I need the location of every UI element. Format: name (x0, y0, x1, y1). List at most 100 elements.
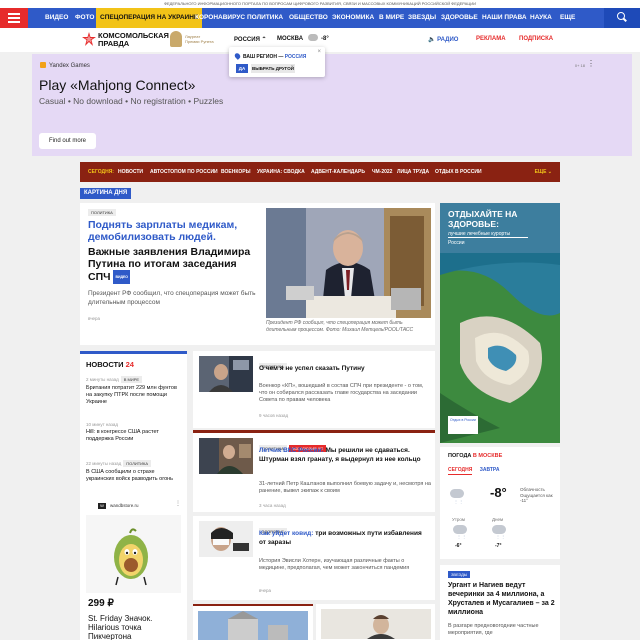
city-current[interactable]: МОСКВА (277, 36, 303, 42)
resort-badge: Отдых в России (448, 416, 478, 434)
feature-article[interactable]: ПОЛИТИКА Поднять зарплаты медикам, демоб… (80, 203, 435, 345)
article-card[interactable]: ПОЛИТИКА ЭКСКЛЮЗИВ КП Летчик ВКС России: … (193, 430, 435, 512)
nav-economy[interactable]: ЭКОНОМИКА (332, 8, 374, 28)
rain-icon: ⋮ ⋮ (496, 534, 506, 539)
nav-rights[interactable]: НАШИ ПРАВА (482, 8, 527, 28)
morning-temperature: -6° (455, 543, 462, 549)
nav-video[interactable]: ВИДЕО (45, 8, 68, 28)
resort-photo (440, 253, 560, 443)
news-item[interactable]: 22 минуты назад ПОЛИТИКА В США сообщили о… (86, 460, 182, 483)
article-lead: 31-летний Петр Каштанов выполнил боевую … (259, 481, 431, 494)
article-thumbnail (199, 438, 253, 474)
region-selector[interactable]: РОССИЯ ⌃ (234, 36, 267, 43)
secnav-autostop[interactable]: АВТОСТОПОМ ПО РОССИИ (150, 162, 218, 182)
product-ad[interactable]: W wandbstore.ru ⋮ 299 ₽ St. Friday Значо… (80, 497, 187, 640)
morning-label: Утром (452, 517, 466, 522)
region-confirm-button[interactable]: ДА (236, 64, 248, 73)
resort-ad[interactable]: ОТДЫХАЙТЕ НА ЗДОРОВЬЕ: лучшие лечебные к… (440, 203, 560, 443)
secnav-today: СЕГОДНЯ: (88, 169, 114, 175)
logo-text[interactable]: КОМСОМОЛЬСКАЯ ПРАВДА (98, 32, 169, 47)
cloud-icon (453, 525, 467, 534)
nav-world[interactable]: В МИРЕ (379, 8, 404, 28)
current-temperature: -8° (490, 485, 507, 500)
menu-icon[interactable] (0, 8, 28, 28)
secnav-war-correspondents[interactable]: ВОЕНКОРЫ (221, 162, 251, 182)
search-icon[interactable] (604, 8, 640, 28)
advertising-link[interactable]: РЕКЛАМА (476, 36, 506, 42)
feature-photo[interactable] (266, 208, 431, 318)
article-title[interactable]: Как уйдет ковид: три возможных пути изба… (259, 530, 429, 547)
close-icon[interactable]: × (317, 49, 321, 55)
article-tag[interactable]: ПОЛИТИКА (88, 209, 116, 216)
nav-politics[interactable]: ПОЛИТИКА (247, 8, 283, 28)
secnav-news[interactable]: НОВОСТИ (118, 162, 143, 182)
secnav-more[interactable]: ЕЩЕ ⌄ (535, 162, 552, 182)
weather-header[interactable]: ПОГОДА В МОСКВЕ (448, 453, 502, 459)
article-time: вчера (259, 588, 272, 593)
rain-icon: ⋮ ⋮ (457, 534, 467, 539)
header-temperature: -8° (321, 36, 329, 42)
region-popup: ВАШ РЕГИОН — РОССИЯ ДА ВЫБРАТЬ ДРУГОЙ × (229, 47, 325, 77)
nav-special-operation[interactable]: СПЕЦОПЕРАЦИЯ НА УКРАИНЕ (96, 8, 203, 28)
promo-title[interactable]: Ургант и Нагиев ведут вечеринки за 4 мил… (448, 581, 556, 617)
rain-icon: ⋮ ⋮ (454, 499, 464, 504)
weather-description: Облачность Ощущается как -11° (520, 487, 553, 503)
region-change-button[interactable]: ВЫБРАТЬ ДРУГОЙ (251, 64, 295, 73)
more-options-icon[interactable]: ⋮ (587, 59, 595, 68)
secnav-labor-faces[interactable]: ЛИЦА ТРУДА (397, 162, 429, 182)
shop-logo: W (98, 503, 106, 509)
secnav-russia-vacation[interactable]: ОТДЫХ В РОССИИ (435, 162, 482, 182)
ad-cta-button[interactable]: Find out more (39, 133, 96, 149)
radio-link[interactable]: 🔈 РАДИО (428, 36, 458, 43)
logo-icon[interactable] (82, 32, 96, 46)
resort-ad-sub2: России (448, 240, 465, 246)
day-label: Днем (492, 517, 504, 522)
product-price: 299 ₽ (88, 598, 114, 609)
tab-today[interactable]: СЕГОДНЯ (448, 467, 473, 475)
ad-brand: Yandex Games (40, 62, 90, 69)
award-label: Лауреат Премии Рунета (185, 34, 214, 44)
article-card[interactable]: ЗДОРОВЬЕ Как уйдет ковид: три возможных … (193, 516, 435, 600)
more-options-icon[interactable]: ⋮ (175, 500, 181, 507)
secnav-advent[interactable]: АДВЕНТ-КАЛЕНДАРЬ (311, 162, 365, 182)
article-time: 3 часа назад (259, 503, 286, 508)
subscription-link[interactable]: ПОДПИСКА (519, 36, 553, 42)
ad-subtitle: Casual • No download • No registration •… (39, 96, 224, 106)
news-column: НОВОСТИ 24 2 минуты назад В МИРЕ Британия… (80, 351, 187, 640)
nav-coronavirus[interactable]: КОРОНАВИРУС (195, 8, 245, 28)
product-name[interactable]: St. Friday Значок. Hilarious точка Пикче… (88, 614, 183, 640)
cloud-icon (450, 489, 464, 498)
secnav-world-cup[interactable]: ЧМ-2022 (372, 162, 392, 182)
article-card-partial[interactable] (316, 604, 435, 640)
product-image (86, 515, 181, 593)
promo-article[interactable]: ЗВЕЗДЫ Ургант и Нагиев ведут вечеринки з… (440, 565, 560, 640)
nav-health[interactable]: ЗДОРОВЬЕ (441, 8, 478, 28)
article-title[interactable]: О чем я не успел сказать Путину (259, 365, 429, 374)
nav-photo[interactable]: ФОТО (75, 8, 94, 28)
article-title[interactable]: Летчик ВКС России: Мы решили не сдаватьс… (259, 447, 429, 464)
ad-title[interactable]: Play «Mahjong Connect» (39, 77, 195, 93)
article-card-partial[interactable] (193, 604, 313, 640)
location-pin-icon (233, 52, 242, 60)
award-icon (170, 31, 182, 47)
photo-caption: Президент РФ сообщил, что спецоперация м… (266, 320, 414, 333)
article-thumbnail (321, 609, 431, 639)
article-card[interactable]: ПОЛИТИКА О чем я не успел сказать Путину… (193, 351, 435, 428)
nav-science[interactable]: НАУКА (530, 8, 552, 28)
nav-stars[interactable]: ЗВЕЗДЫ (408, 8, 436, 28)
tab-tomorrow[interactable]: ЗАВТРА (480, 467, 500, 473)
ad-banner[interactable]: Yandex Games Play «Mahjong Connect» Casu… (32, 54, 632, 156)
news-item[interactable]: 2 минуты назад В МИРЕ Британия потратит 2… (86, 376, 182, 406)
feature-title[interactable]: Важные заявления Владимира Путина по ито… (88, 246, 260, 284)
feature-lead: Президент РФ сообщил, что спецоперация м… (88, 290, 256, 306)
nav-more[interactable]: ЕЩЕ (560, 8, 575, 28)
secnav-ukraine-summary[interactable]: УКРАИНА: СВОДКА (257, 162, 305, 182)
picture-of-day-label: КАРТИНА ДНЯ (80, 188, 132, 199)
news-item[interactable]: 10 минут назад Hill: в конгрессе США рас… (86, 422, 182, 443)
nav-society[interactable]: ОБЩЕСТВО (289, 8, 328, 28)
feature-title-lead[interactable]: Поднять зарплаты медикам, демобилизовать… (88, 219, 258, 243)
news-header[interactable]: НОВОСТИ 24 (86, 360, 134, 369)
ad-age-label: 0+ 18 (574, 63, 585, 68)
yandex-games-icon (40, 62, 46, 68)
article-tag[interactable]: ЗВЕЗДЫ (448, 571, 471, 578)
